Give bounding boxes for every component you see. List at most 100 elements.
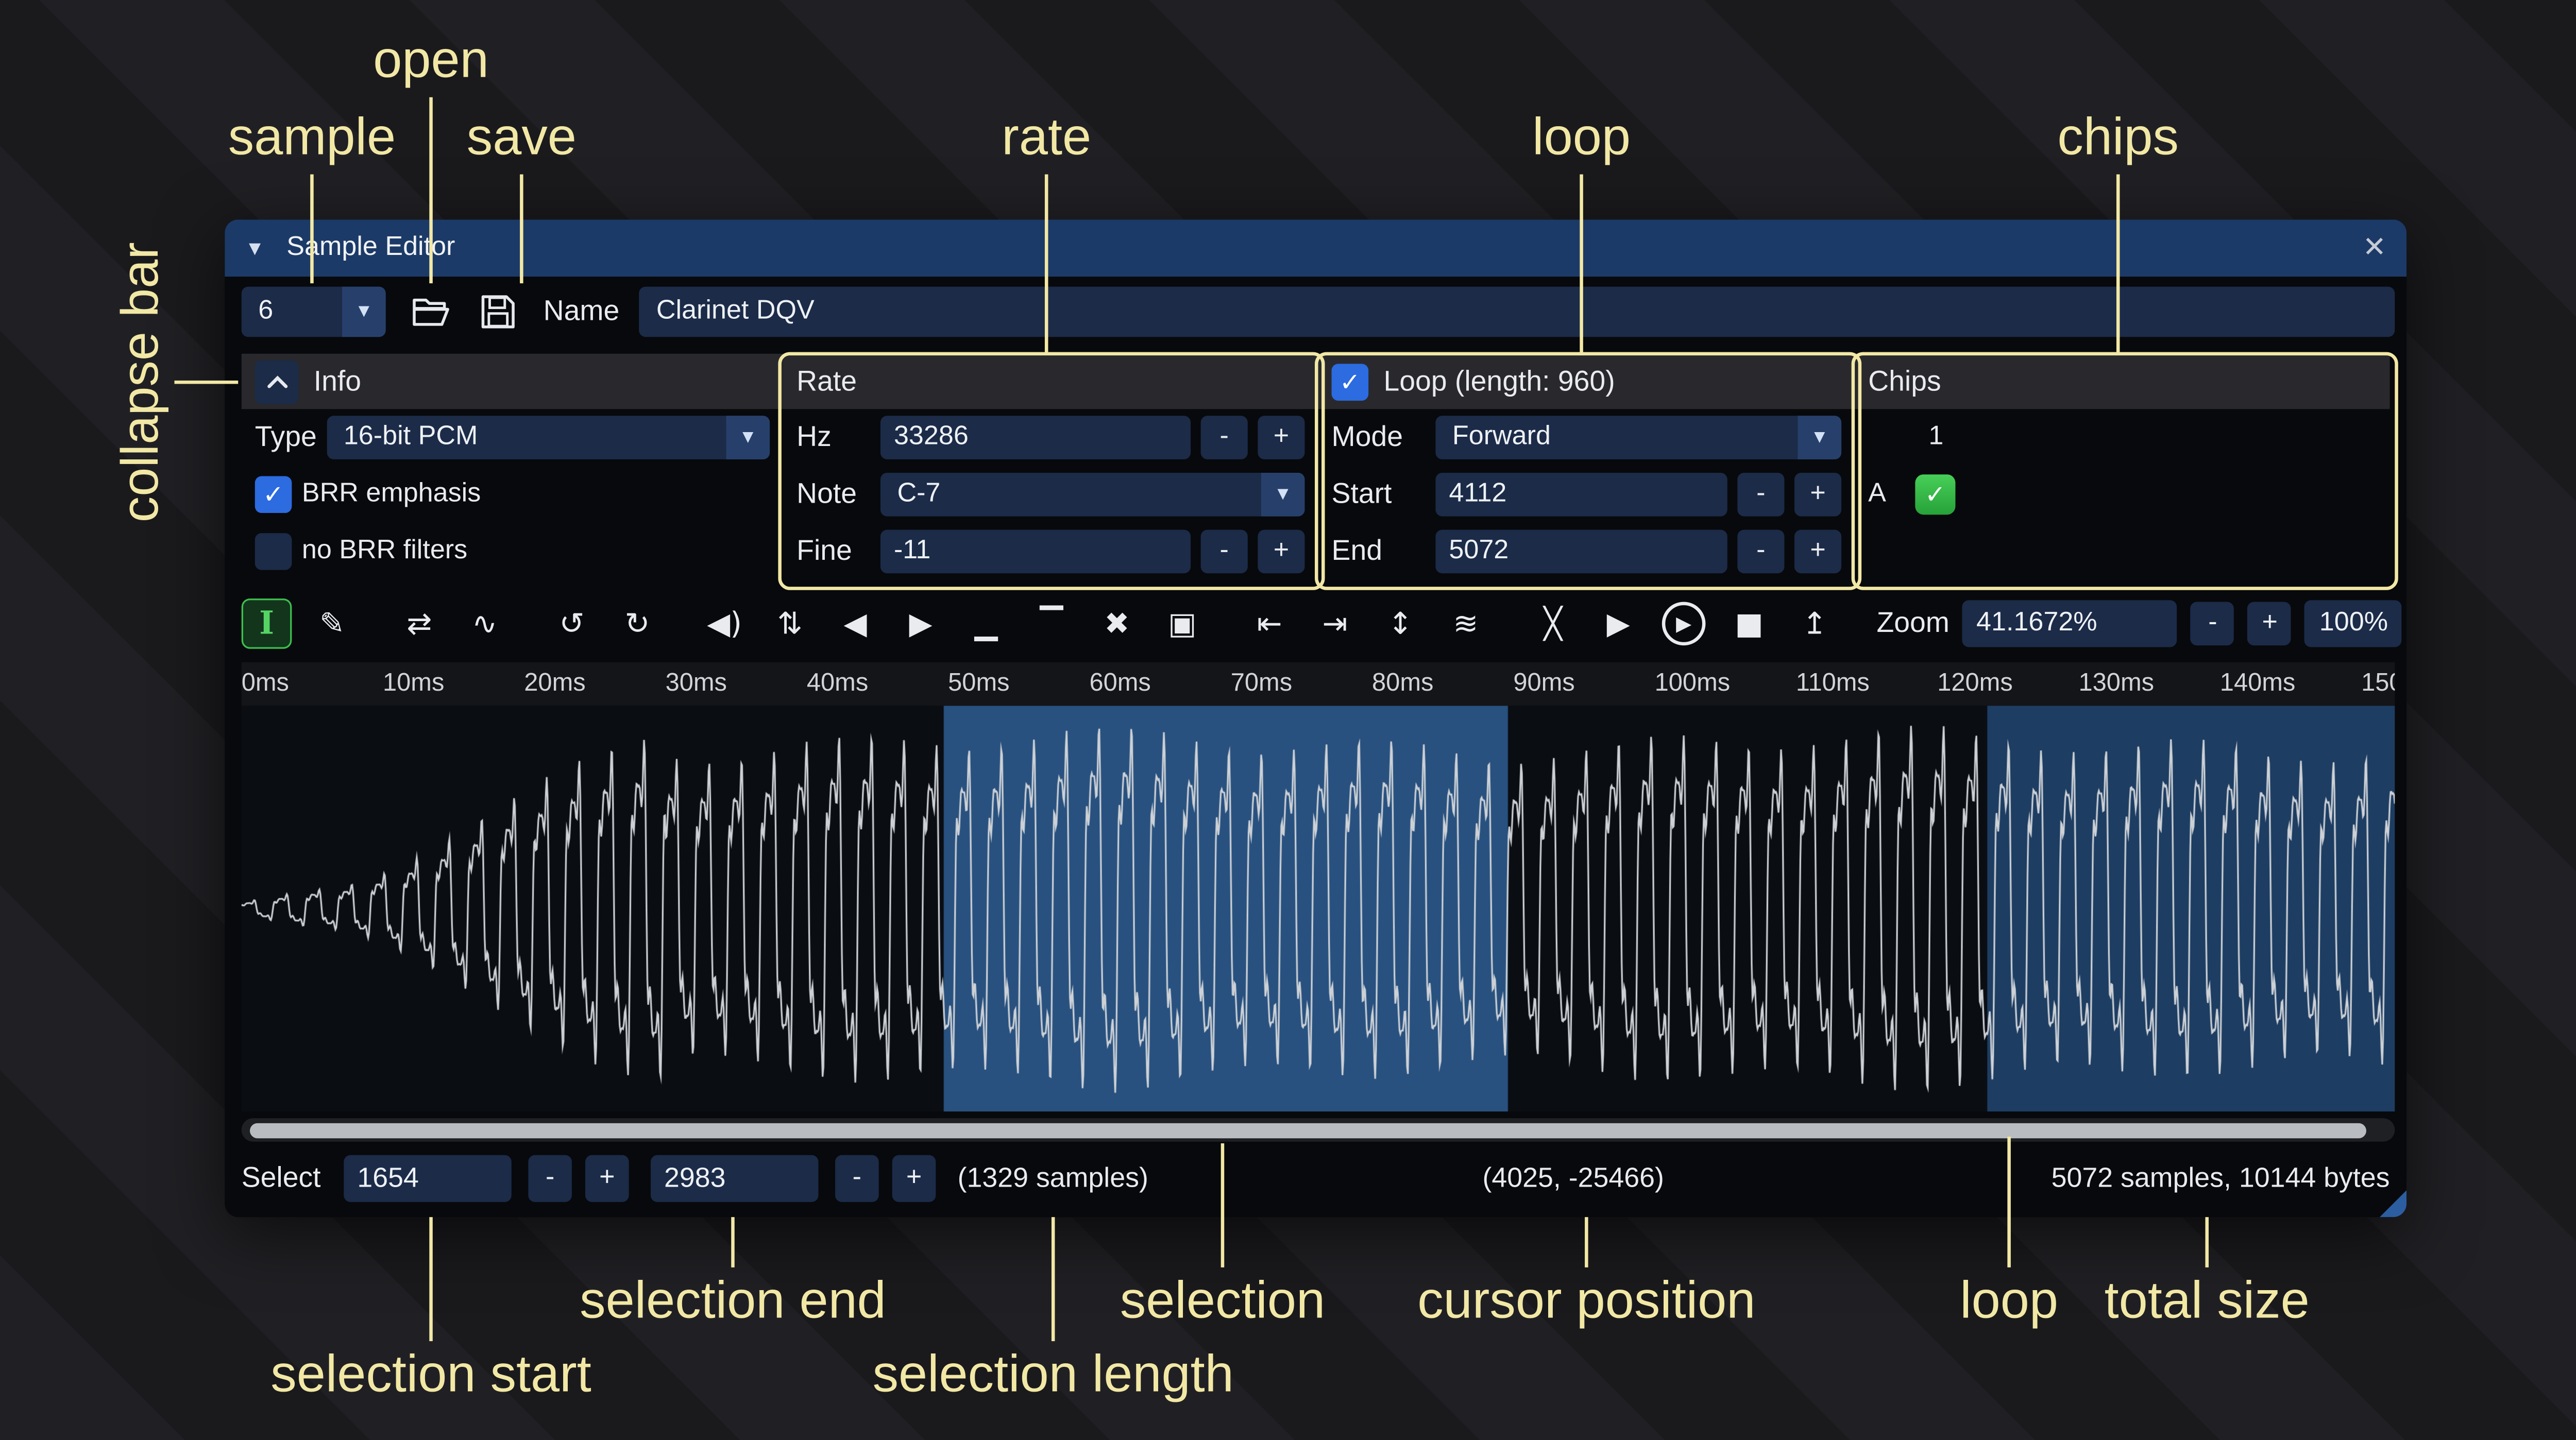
sample-editor-window: ▼ Sample Editor ✕ 6 ▼ Name	[225, 219, 2406, 1217]
undo-button[interactable]: ↺	[547, 598, 597, 649]
loop-start-decrement-button[interactable]: -	[1737, 473, 1784, 517]
loop-end-increment-button[interactable]: +	[1794, 530, 1841, 574]
apply-silence-icon: ▔	[1040, 606, 1063, 641]
chips-title: Chips	[1868, 365, 1941, 398]
fade-out-button[interactable]: ▶	[895, 598, 946, 649]
save-sample-button[interactable]	[473, 287, 523, 337]
window-collapse-icon[interactable]: ▼	[245, 236, 265, 260]
zoom-in-button[interactable]: +	[2248, 602, 2292, 646]
collapse-bar-button[interactable]	[255, 359, 299, 403]
annotation-label-total-size: total size	[2105, 1271, 2310, 1331]
invert-button[interactable]: ⇥	[1310, 598, 1360, 649]
zoom-reset-button[interactable]: 100%	[2305, 600, 2402, 647]
open-sample-button[interactable]	[406, 287, 456, 337]
selection-end-input[interactable]: 2983	[651, 1155, 819, 1202]
insert-silence-button[interactable]: ▁	[961, 598, 1011, 649]
type-value: 16-bit PCM	[327, 422, 726, 453]
hz-increment-button[interactable]: +	[1258, 416, 1304, 459]
annotation-label-selection-start: selection start	[270, 1345, 591, 1405]
fine-increment-button[interactable]: +	[1258, 530, 1304, 574]
titlebar: ▼ Sample Editor ✕	[225, 219, 2406, 277]
horizontal-scrollbar[interactable]	[242, 1118, 2395, 1142]
select-label: Select	[242, 1155, 321, 1202]
window-resize-grip[interactable]	[2380, 1190, 2406, 1217]
hz-decrement-button[interactable]: -	[1201, 416, 1248, 459]
selection-end-decrement-button[interactable]: -	[835, 1155, 879, 1202]
selection-start-input[interactable]: 1654	[344, 1155, 512, 1202]
zoom-value: 41.1672%	[1976, 609, 2097, 639]
selection-end-increment-button[interactable]: +	[892, 1155, 936, 1202]
waveform-display[interactable]	[242, 706, 2395, 1111]
timeline-tick: 150ms	[2361, 669, 2395, 697]
zoom-out-button[interactable]: -	[2191, 602, 2235, 646]
fade-in-button[interactable]: ◀	[830, 598, 880, 649]
info-header: Info	[242, 354, 783, 409]
no-brr-filters-checkbox[interactable]: ✓	[255, 533, 292, 570]
redo-button[interactable]: ↻	[612, 598, 663, 649]
normalize-button[interactable]: ⇅	[765, 598, 815, 649]
crossfade-button[interactable]: ╳	[1528, 598, 1578, 649]
crossfade-icon: ╳	[1544, 606, 1562, 641]
loop-end-input[interactable]: 5072	[1435, 530, 1727, 574]
preview-button[interactable]: ▶	[1593, 598, 1643, 649]
trim-button[interactable]: ▣	[1157, 598, 1208, 649]
brr-emphasis-checkbox[interactable]: ✓	[255, 476, 292, 513]
sample-name-value: Clarinet DQV	[656, 297, 815, 327]
fine-input[interactable]: -11	[880, 530, 1191, 574]
apply-silence-button[interactable]: ▔	[1026, 598, 1077, 649]
sample-number-select[interactable]: 6 ▼	[242, 287, 386, 337]
edit-mode-button[interactable]: I	[242, 598, 292, 649]
selection-start-increment-button[interactable]: +	[585, 1155, 629, 1202]
annotation-line-rate	[1045, 175, 1048, 354]
annotation-line-selection	[1221, 1143, 1225, 1267]
chip-index-row: 1	[1855, 409, 2389, 466]
hz-row: Hz 33286 - +	[783, 409, 1318, 466]
amplify-button[interactable]: ◀)	[699, 598, 750, 649]
loop-end-decrement-button[interactable]: -	[1737, 530, 1784, 574]
import-icon: ↥	[1802, 606, 1827, 641]
loop-enabled-checkbox[interactable]: ✓	[1332, 363, 1369, 400]
close-icon[interactable]: ✕	[2363, 231, 2386, 265]
import-button[interactable]: ↥	[1789, 598, 1840, 649]
loop-start-increment-button[interactable]: +	[1794, 473, 1841, 517]
zoom-value-input[interactable]: 41.1672%	[1963, 600, 2178, 647]
scrollbar-thumb[interactable]	[250, 1122, 2366, 1137]
preview-icon: ▶	[1607, 606, 1630, 641]
loop-start-input[interactable]: 4112	[1435, 473, 1727, 517]
resize-button[interactable]: ⇄	[394, 598, 445, 649]
note-select[interactable]: C-7 ▼	[880, 473, 1305, 517]
play-from-cursor-button[interactable]: ▶	[1662, 602, 1706, 646]
resize-icon: ⇄	[406, 606, 432, 641]
name-label: Name	[544, 295, 620, 329]
timeline-ruler: 0ms10ms20ms30ms40ms50ms60ms70ms80ms90ms1…	[242, 662, 2395, 706]
selection-start-decrement-button[interactable]: -	[528, 1155, 572, 1202]
reverse-button[interactable]: ⇤	[1244, 598, 1295, 649]
note-label: Note	[796, 478, 870, 511]
timeline-tick: 90ms	[1513, 669, 1574, 697]
timeline-tick: 80ms	[1372, 669, 1433, 697]
draw-mode-icon: ✎	[319, 606, 345, 641]
waveform-canvas[interactable]	[242, 706, 2395, 1111]
check-icon: ✓	[1925, 479, 1946, 510]
delete-button[interactable]: ✖	[1092, 598, 1142, 649]
loop-mode-select[interactable]: Forward ▼	[1435, 416, 1841, 459]
fade-out-icon: ▶	[909, 606, 933, 641]
annotation-label-selection: selection	[1120, 1271, 1325, 1331]
resample-button[interactable]: ∿	[460, 598, 510, 649]
chip-a-checkbox[interactable]: ✓	[1915, 474, 1955, 515]
delete-icon: ✖	[1104, 606, 1129, 641]
fine-decrement-button[interactable]: -	[1201, 530, 1248, 574]
stop-button[interactable]: ■	[1724, 598, 1774, 649]
type-select[interactable]: 16-bit PCM ▼	[327, 416, 770, 459]
rate-section: Rate Hz 33286 - + Note C-7 ▼ Fine -11 - …	[783, 354, 1318, 580]
timeline-tick: 60ms	[1089, 669, 1150, 697]
filter-button[interactable]: ≋	[1440, 598, 1491, 649]
sample-name-input[interactable]: Clarinet DQV	[639, 287, 2395, 337]
rate-header: Rate	[783, 354, 1318, 409]
hz-input[interactable]: 33286	[880, 416, 1191, 459]
draw-mode-button[interactable]: ✎	[307, 598, 358, 649]
timeline-tick: 0ms	[242, 669, 289, 697]
flip-vertical-button[interactable]: ↕	[1375, 598, 1426, 649]
annotation-label-save: save	[467, 107, 577, 167]
info-section: Info Type 16-bit PCM ▼ ✓ BRR emphasis ✓	[242, 354, 783, 580]
